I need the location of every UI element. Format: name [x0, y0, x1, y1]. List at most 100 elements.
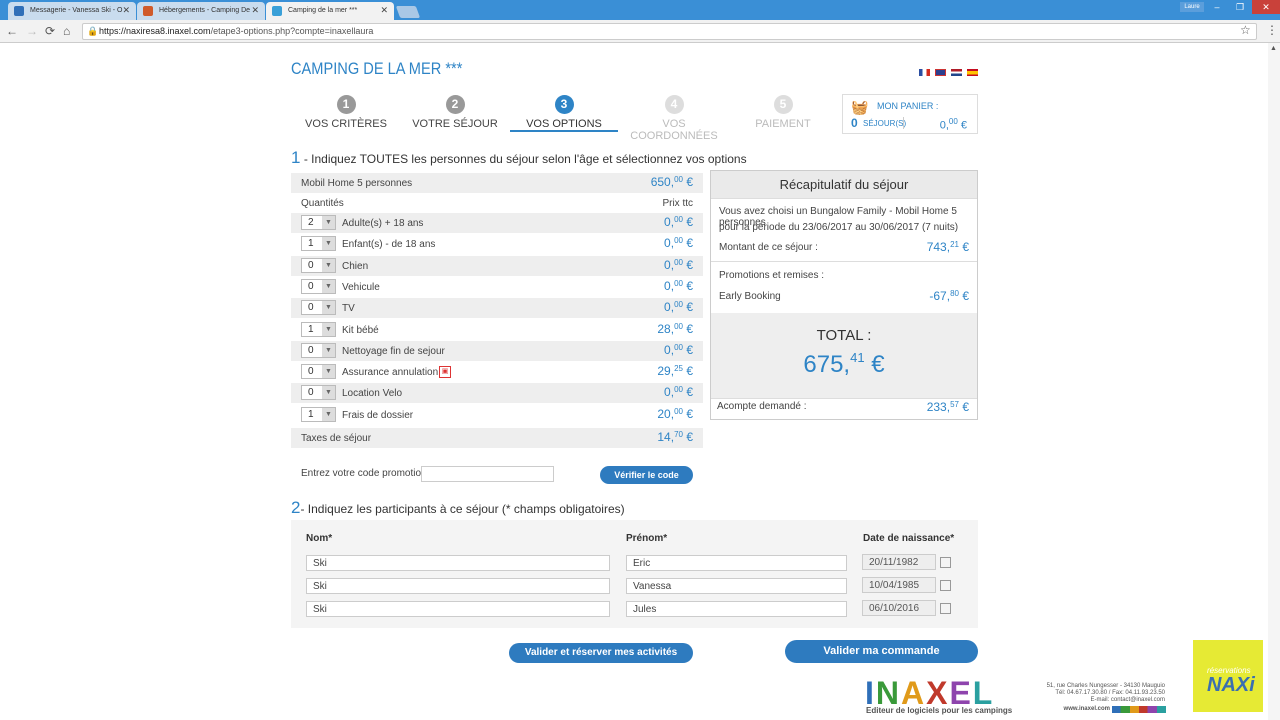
cart-box[interactable]: 🧺 MON PANIER : 0 SÉJOUR(S) 0,00 €	[842, 94, 978, 134]
forward-icon[interactable]: →	[26, 24, 38, 38]
browser-tab-2[interactable]: Hébergements - Camping De ✕	[137, 2, 265, 20]
section-title: - Indiquez TOUTES les personnes du séjou…	[303, 152, 747, 166]
minimize-button[interactable]: –	[1206, 0, 1228, 14]
url-input[interactable]: 🔒 https://naxiresa8.inaxel.com/etape3-op…	[82, 23, 1257, 40]
calendar-icon[interactable]	[940, 603, 951, 614]
new-tab-button[interactable]	[395, 6, 421, 18]
site-favicon-icon	[272, 6, 282, 16]
birthdate-input[interactable]: 06/10/2016	[862, 600, 936, 616]
birthdate-input[interactable]: 10/04/1985	[862, 577, 936, 593]
naxi-big-text: NAXi	[1207, 674, 1255, 696]
validate-order-button[interactable]: Valider ma commande	[785, 640, 978, 663]
total-price: 675,41 €	[803, 350, 885, 378]
footer-website[interactable]: www.inaxel.com	[960, 706, 1110, 712]
recap-title: Récapitulatif du séjour	[711, 171, 977, 199]
chevron-down-icon[interactable]: ▼	[322, 365, 335, 379]
chevron-down-icon[interactable]: ▼	[322, 216, 335, 229]
birthdate-input[interactable]: 20/11/1982	[862, 554, 936, 570]
quantity-select[interactable]: 2 ▼	[301, 215, 336, 230]
chevron-down-icon[interactable]: ▼	[322, 322, 335, 336]
step-2[interactable]: 2 VOTRE SÉJOUR	[400, 95, 510, 130]
chevron-down-icon[interactable]: ▼	[322, 258, 335, 272]
close-window-button[interactable]: ✕	[1252, 0, 1280, 14]
flag-nl-icon[interactable]	[951, 69, 962, 76]
validate-activities-button[interactable]: Valider et réserver mes activités	[509, 643, 693, 663]
chevron-down-icon[interactable]: ▼	[322, 343, 335, 357]
page-scrollbar[interactable]: ▲	[1268, 43, 1280, 720]
nom-input[interactable]: Ski	[306, 578, 610, 594]
option-row: 1 ▼ Kit bébé 28,00 €	[291, 320, 703, 340]
tab-title: Messagerie - Vanessa Ski - O	[30, 7, 123, 14]
calendar-icon[interactable]	[940, 580, 951, 591]
quantity-select[interactable]: 0 ▼	[301, 364, 336, 380]
option-label: Chien	[342, 260, 369, 272]
option-price: 29,25 €	[657, 364, 693, 379]
naxi-logo[interactable]: réservations NAXi	[1193, 640, 1263, 712]
total-box: TOTAL : 675,41 €	[711, 313, 977, 398]
prenom-input[interactable]: Eric	[626, 555, 847, 571]
taxes-row: Taxes de séjour 14,70 €	[291, 428, 703, 448]
option-price: 0,00 €	[664, 236, 693, 251]
close-icon[interactable]: ✕	[251, 5, 259, 16]
calendar-icon[interactable]	[940, 557, 951, 568]
quantity-select[interactable]: 1 ▼	[301, 406, 336, 422]
pdf-icon[interactable]: ▣	[439, 366, 451, 379]
flag-es-icon[interactable]	[967, 69, 978, 76]
cart-count: 0	[851, 116, 858, 130]
chevron-down-icon[interactable]: ▼	[322, 407, 335, 421]
option-row: 0 ▼ Chien 0,00 €	[291, 255, 703, 276]
color-bar-icon	[1112, 706, 1166, 713]
option-price: 0,00 €	[664, 342, 693, 357]
verify-code-button[interactable]: Vérifier le code	[600, 466, 693, 484]
early-booking-price: -67,80 €	[929, 289, 969, 303]
reload-icon[interactable]: ⟳	[45, 24, 55, 38]
acompte-label: Acompte demandé :	[717, 401, 807, 412]
chevron-down-icon[interactable]: ▼	[322, 237, 335, 251]
flag-fr-icon[interactable]	[919, 69, 930, 76]
close-icon[interactable]: ✕	[122, 5, 130, 16]
quantity-select[interactable]: 0 ▼	[301, 257, 336, 273]
quantity-select[interactable]: 1 ▼	[301, 321, 336, 337]
promo-code-input[interactable]	[421, 466, 554, 482]
maximize-button[interactable]: ❐	[1229, 0, 1251, 14]
step-3: 3 VOS OPTIONS	[509, 95, 619, 130]
quantity-select[interactable]: 1 ▼	[301, 236, 336, 252]
menu-icon[interactable]: ⋮	[1266, 23, 1278, 37]
option-row: 2 ▼ Adulte(s) + 18 ans 0,00 €	[291, 213, 703, 233]
home-icon[interactable]: ⌂	[63, 24, 70, 38]
browser-tab-3[interactable]: Camping de la mer *** ✕	[266, 2, 394, 20]
nom-input[interactable]: Ski	[306, 555, 610, 571]
total-label: TOTAL :	[816, 327, 872, 344]
bookmark-star-icon[interactable]: ☆	[1240, 23, 1251, 37]
page-title: CAMPING DE LA MER ***	[291, 59, 463, 78]
browser-tab-1[interactable]: Messagerie - Vanessa Ski - O ✕	[8, 2, 136, 20]
option-label: Frais de dossier	[342, 409, 414, 421]
nom-input[interactable]: Ski	[306, 601, 610, 617]
option-label: Kit bébé	[342, 324, 379, 336]
step-number: 2	[445, 95, 465, 114]
step-1[interactable]: 1 VOS CRITÈRES	[291, 95, 401, 130]
flag-en-icon[interactable]	[935, 69, 946, 76]
close-icon[interactable]: ✕	[380, 5, 388, 16]
quantity-select[interactable]: 0 ▼	[301, 385, 336, 401]
quantity-select[interactable]: 0 ▼	[301, 278, 336, 294]
rental-price: 650,00 €	[650, 175, 693, 189]
quantity-select[interactable]: 0 ▼	[301, 300, 336, 316]
option-label: Location Velo	[342, 388, 403, 400]
prenom-input[interactable]: Vanessa	[626, 578, 847, 594]
quantity-select[interactable]: 0 ▼	[301, 342, 336, 358]
chevron-down-icon[interactable]: ▼	[322, 279, 335, 293]
profile-button[interactable]: Laure	[1180, 2, 1204, 12]
url-host: https://naxiresa8.inaxel.com	[99, 26, 211, 36]
promo-label: Entrez votre code promotion :	[301, 468, 433, 479]
option-price: 0,00 €	[664, 215, 693, 229]
scroll-up-icon[interactable]: ▲	[1270, 45, 1278, 53]
prenom-input[interactable]: Jules	[626, 601, 847, 617]
option-row: 1 ▼ Frais de dossier 20,00 €	[291, 405, 703, 425]
option-price: 0,00 €	[664, 257, 693, 272]
column-header-quantites: Quantités	[301, 198, 344, 209]
back-icon[interactable]: ←	[6, 24, 18, 38]
chevron-down-icon[interactable]: ▼	[322, 301, 335, 315]
chevron-down-icon[interactable]: ▼	[322, 386, 335, 400]
option-price: 28,00 €	[657, 321, 693, 336]
